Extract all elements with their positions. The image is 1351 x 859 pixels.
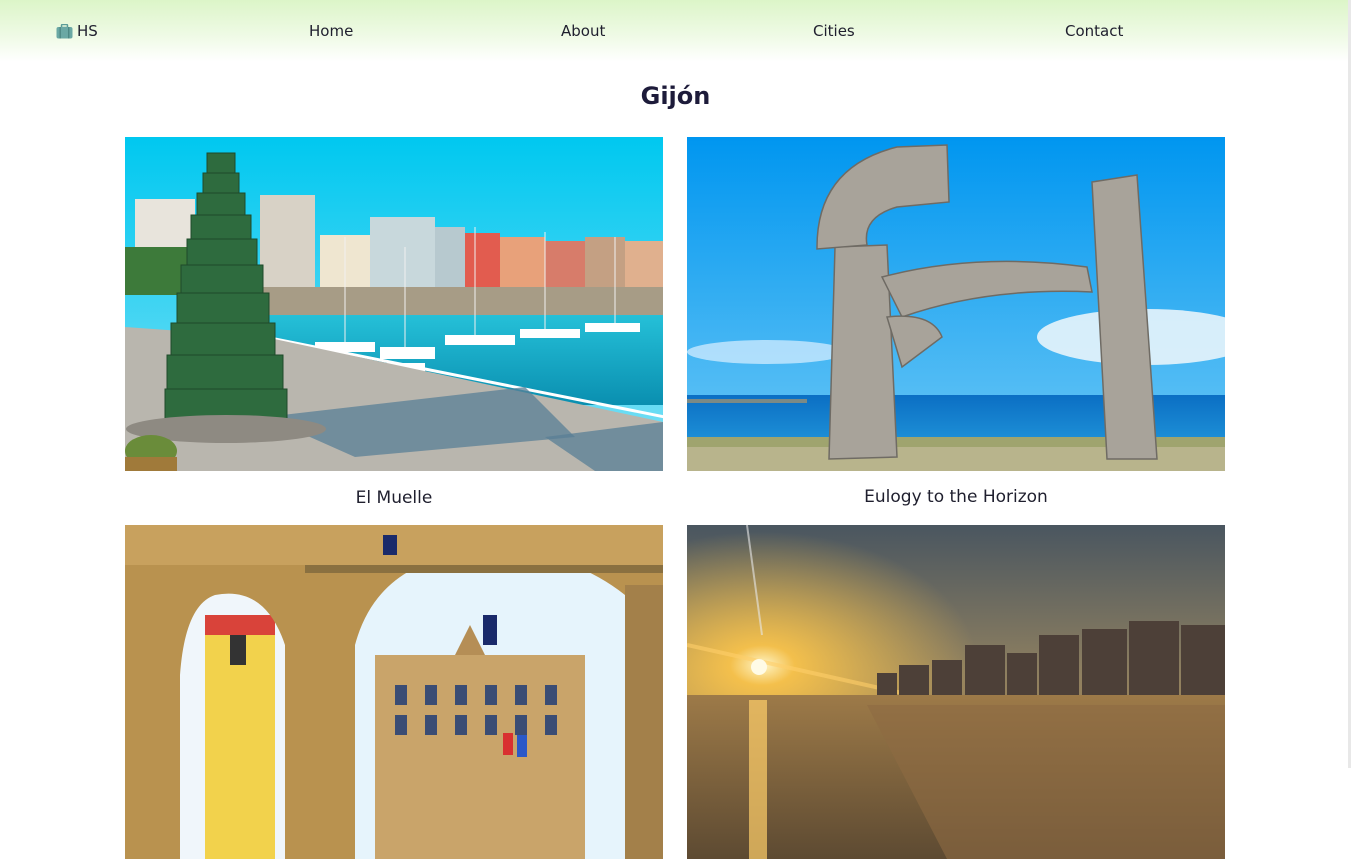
nav-home-link[interactable]: Home (309, 22, 353, 40)
navbar: HS Home About Cities Contact (0, 0, 1351, 62)
nav-contact-link[interactable]: Contact (1065, 22, 1123, 40)
suitcase-icon (56, 23, 73, 39)
place-photo[interactable] (125, 525, 663, 859)
nav-about-link[interactable]: About (561, 22, 605, 40)
place-caption: Eulogy to the Horizon (864, 487, 1048, 507)
place-photo[interactable] (125, 137, 663, 471)
place-photo[interactable] (687, 525, 1225, 859)
brand-link[interactable]: HS (56, 22, 98, 40)
place-caption: El Muelle (355, 488, 433, 508)
place-card[interactable] (125, 525, 663, 859)
brand-label: HS (77, 22, 98, 40)
place-card[interactable] (687, 525, 1225, 859)
place-card[interactable]: El Muelle (125, 137, 663, 508)
page-title: Gijón (640, 82, 711, 110)
place-photo[interactable] (687, 137, 1225, 471)
nav-cities-link[interactable]: Cities (813, 22, 855, 40)
place-card[interactable]: Eulogy to the Horizon (687, 137, 1225, 507)
